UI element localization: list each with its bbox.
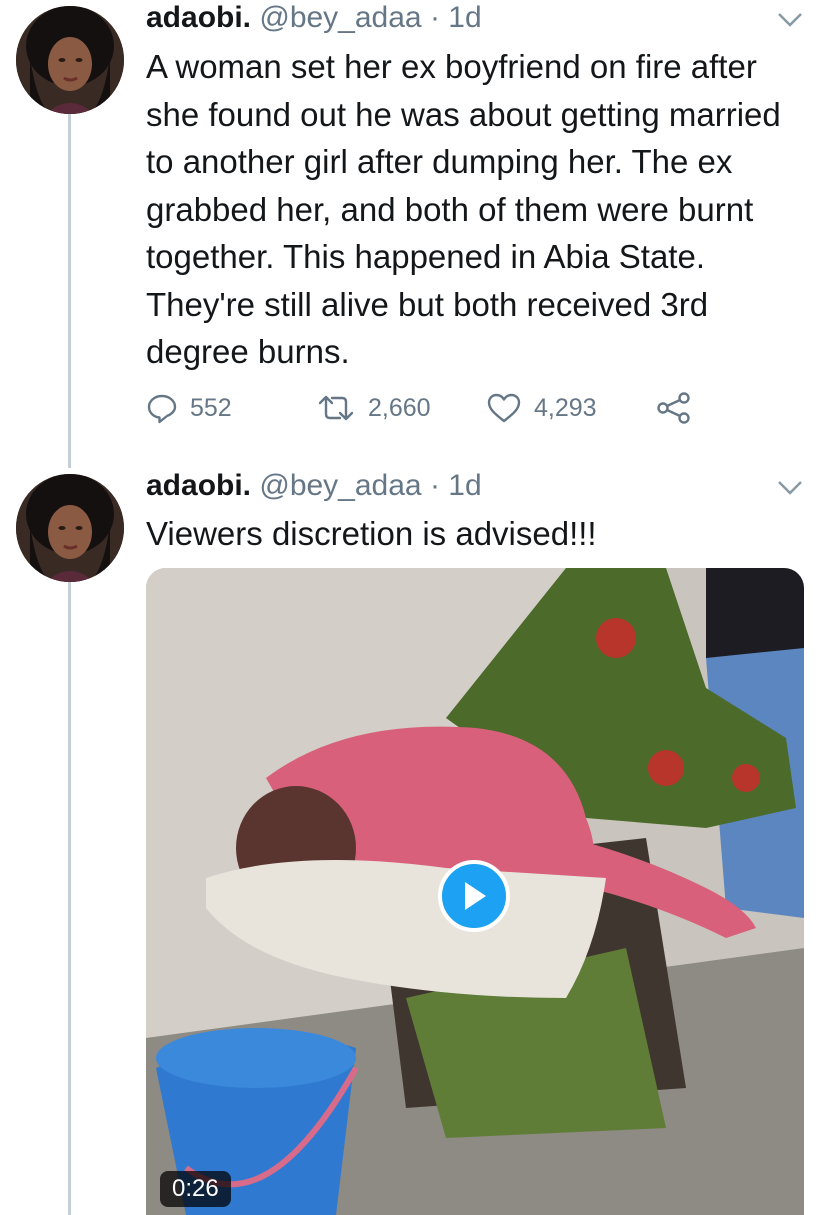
play-button[interactable] <box>438 860 510 932</box>
timestamp[interactable]: 1d <box>448 1 481 34</box>
like-count: 4,293 <box>534 393 597 422</box>
reply-button[interactable]: 552 <box>146 388 232 428</box>
retweet-count: 2,660 <box>368 393 431 422</box>
timestamp[interactable]: 1d <box>448 469 481 502</box>
play-icon <box>465 882 486 910</box>
share-icon <box>657 392 690 424</box>
like-icon <box>487 393 521 423</box>
tweet-header: adaobi. @bey_adaa · 1d <box>146 468 482 504</box>
avatar-image <box>16 6 124 114</box>
video-duration: 0:26 <box>160 1171 231 1207</box>
thread-line-top <box>68 112 71 468</box>
separator-dot: · <box>429 1 440 34</box>
avatar-image <box>16 474 124 582</box>
chevron-down-icon[interactable] <box>777 12 803 28</box>
tweet-header: adaobi. @bey_adaa · 1d <box>146 0 482 36</box>
reply-icon <box>147 394 177 424</box>
author-name[interactable]: adaobi. <box>146 469 251 502</box>
video-player[interactable]: 0:26 <box>146 568 804 1215</box>
reply-count: 552 <box>190 393 232 422</box>
separator-dot: · <box>429 469 440 502</box>
retweet-icon <box>318 395 354 421</box>
retweet-button[interactable]: 2,660 <box>316 388 431 428</box>
tweet-text: Viewers discretion is advised!!! <box>146 515 597 552</box>
author-handle[interactable]: @bey_adaa <box>259 1 421 34</box>
author-handle[interactable]: @bey_adaa <box>259 469 421 502</box>
tweet-text: A woman set her ex boyfriend on fire aft… <box>146 48 781 370</box>
chevron-down-icon[interactable] <box>777 480 803 496</box>
avatar[interactable] <box>16 6 124 114</box>
author-name[interactable]: adaobi. <box>146 1 251 34</box>
avatar[interactable] <box>16 474 124 582</box>
share-button[interactable] <box>656 388 704 428</box>
tweet-actions: 552 2,660 4,293 <box>146 388 706 428</box>
thread-line-bottom <box>68 580 71 1215</box>
like-button[interactable]: 4,293 <box>486 388 597 428</box>
